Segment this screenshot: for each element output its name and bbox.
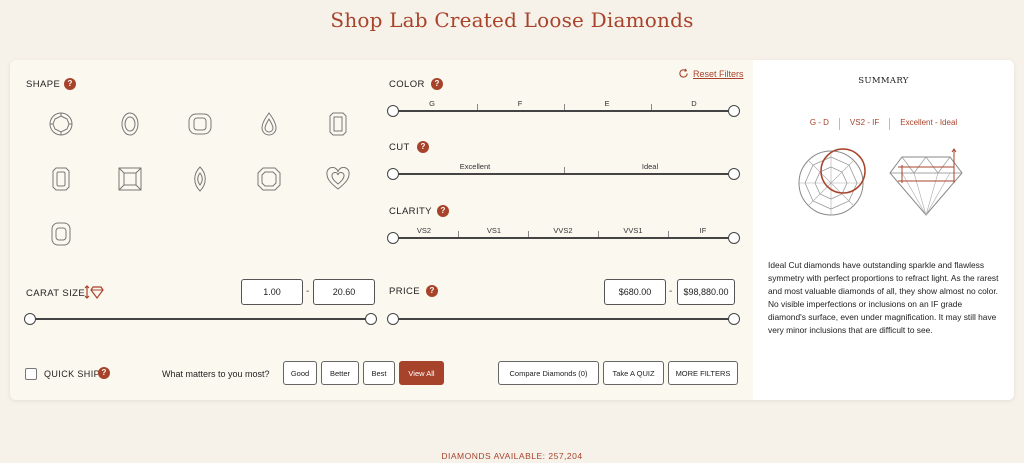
summary-tag-clarity: VS2 - IF [849,118,880,127]
cushion-shape-icon[interactable] [185,109,215,139]
reset-filters-label: Reset Filters [693,68,744,79]
cut-label: CUT [389,142,410,153]
carat-max-input[interactable]: 20.60 [313,279,375,305]
asscher-shape-icon[interactable] [254,164,284,194]
refresh-icon [679,68,688,78]
carat-slider-track[interactable] [31,318,371,320]
best-button[interactable]: Best [363,361,395,385]
tag-separator [889,118,891,130]
carat-slider-max-handle[interactable] [365,313,377,325]
clarity-slider-min-handle[interactable] [387,232,399,244]
color-slider-min-handle[interactable] [387,105,399,117]
heart-shape-icon[interactable] [323,164,353,194]
price-max-input[interactable]: $98,880.00 [677,279,735,305]
summary-tag-cut: Excellent - Ideal [900,118,958,127]
elongated-cushion-shape-icon[interactable] [46,219,76,249]
color-grade-d: D [691,99,697,108]
price-label: PRICE [389,286,421,297]
price-help-icon[interactable]: ? [426,285,438,297]
shape-label: SHAPE [26,79,61,90]
clarity-slider-max-handle[interactable] [728,232,740,244]
summary-tags: G - D VS2 - IF Excellent - Ideal [753,118,1014,130]
color-label: COLOR [389,79,425,90]
cut-grade-excellent: Excellent [459,162,491,171]
color-grade-g: G [429,99,435,108]
clarity-grade-if: IF [699,226,707,235]
princess-shape-icon[interactable] [115,164,145,194]
summary-title: SUMMARY [858,76,909,86]
quick-ship-checkbox[interactable] [25,368,37,380]
what-matters-label: What matters to you most? [162,369,270,379]
clarity-grade-vs2: VS2 [416,226,432,235]
price-range-dash: - [669,286,673,297]
summary-tag-color: G - D [809,118,829,127]
color-slider-track[interactable] [394,110,734,112]
color-slider-max-handle[interactable] [728,105,740,117]
good-button[interactable]: Good [283,361,317,385]
clarity-help-icon[interactable]: ? [437,205,449,217]
clarity-grade-vvs2: VVS2 [553,226,573,235]
carat-range-dash: - [306,286,310,297]
clarity-label: CLARITY [389,206,432,217]
radiant-shape-icon[interactable] [46,164,76,194]
pear-shape-icon[interactable] [254,109,284,139]
carat-size-label: CARAT SIZE [26,288,86,299]
color-grade-f: F [517,99,523,108]
cut-slider-max-handle[interactable] [728,168,740,180]
take-quiz-button[interactable]: Take A QUIZ [603,361,664,385]
more-filters-button[interactable]: MORE FILTERS [668,361,738,385]
compare-diamonds-button[interactable]: Compare Diamonds (0) [498,361,599,385]
page-title: Shop Lab Created Loose Diamonds [330,8,694,32]
carat-min-input[interactable]: 1.00 [241,279,303,305]
better-button[interactable]: Better [321,361,359,385]
diamond-top-view-illustration [798,148,866,216]
clarity-slider-track[interactable] [394,237,734,239]
summary-description: Ideal Cut diamonds have outstanding spar… [768,260,999,335]
diamond-side-view-illustration [889,148,963,216]
tag-separator [838,118,840,130]
view-all-button[interactable]: View All [399,361,444,385]
price-slider-track[interactable] [394,318,734,320]
quick-ship-label: QUICK SHIP [44,369,101,379]
carat-slider-min-handle[interactable] [24,313,36,325]
reset-filters-link[interactable]: Reset Filters [678,68,744,79]
cut-slider-track[interactable] [394,173,734,175]
diamond-size-icon [84,285,104,299]
cut-help-icon[interactable]: ? [417,141,429,153]
cut-grade-ideal: Ideal [641,162,659,171]
color-grade-e: E [604,99,610,108]
cut-slider-min-handle[interactable] [387,168,399,180]
quick-ship-help-icon[interactable]: ? [98,367,110,379]
diamonds-available-count: DIAMONDS AVAILABLE: 257,204 [441,451,583,461]
round-shape-icon[interactable] [46,109,76,139]
price-slider-max-handle[interactable] [728,313,740,325]
price-min-input[interactable]: $680.00 [604,279,666,305]
clarity-grade-vs1: VS1 [486,226,502,235]
clarity-grade-vvs1: VVS1 [623,226,643,235]
summary-panel [753,60,1014,400]
color-help-icon[interactable]: ? [431,78,443,90]
emerald-shape-icon[interactable] [323,109,353,139]
shape-help-icon[interactable]: ? [64,78,76,90]
marquise-shape-icon[interactable] [185,164,215,194]
price-slider-min-handle[interactable] [387,313,399,325]
oval-shape-icon[interactable] [115,109,145,139]
